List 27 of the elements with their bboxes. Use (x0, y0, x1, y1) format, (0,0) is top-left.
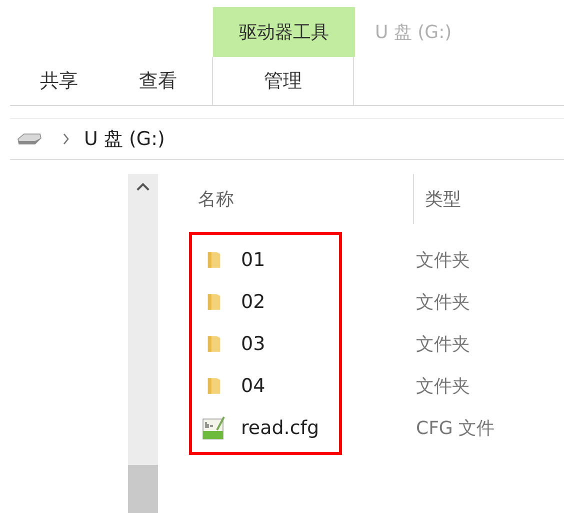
folder-icon (207, 376, 221, 396)
column-header[interactable]: 类型 (413, 174, 461, 224)
window-title: U 盘 (G:) (375, 21, 452, 44)
config-file-icon (202, 416, 226, 440)
folder-icon (207, 334, 221, 354)
file-name[interactable]: 02 (241, 291, 266, 313)
file-name[interactable]: 04 (241, 375, 266, 397)
scroll-up-icon[interactable] (136, 182, 150, 191)
file-name[interactable]: read.cfg (241, 417, 320, 439)
folder-icon (207, 250, 221, 270)
file-type: 文件夹 (416, 249, 470, 272)
file-name[interactable]: 03 (241, 333, 266, 355)
context-tab-group: 驱动器工具 (213, 7, 355, 57)
file-type: 文件夹 (416, 375, 470, 398)
file-type: 文件夹 (416, 291, 470, 314)
folder-icon (207, 292, 221, 312)
file-type: 文件夹 (416, 333, 470, 356)
drive-icon (16, 133, 42, 145)
ribbon-tab[interactable]: 共享 (29, 57, 89, 105)
file-name[interactable]: 01 (241, 249, 266, 271)
column-header[interactable]: 名称 (198, 174, 413, 224)
file-type: CFG 文件 (416, 417, 495, 440)
ribbon-tab[interactable]: 查看 (128, 57, 188, 105)
chevron-icon[interactable] (62, 133, 70, 145)
scrollbar[interactable] (128, 174, 158, 513)
scrollbar-thumb[interactable] (128, 465, 158, 513)
address-path[interactable]: U 盘 (G:) (84, 126, 165, 152)
